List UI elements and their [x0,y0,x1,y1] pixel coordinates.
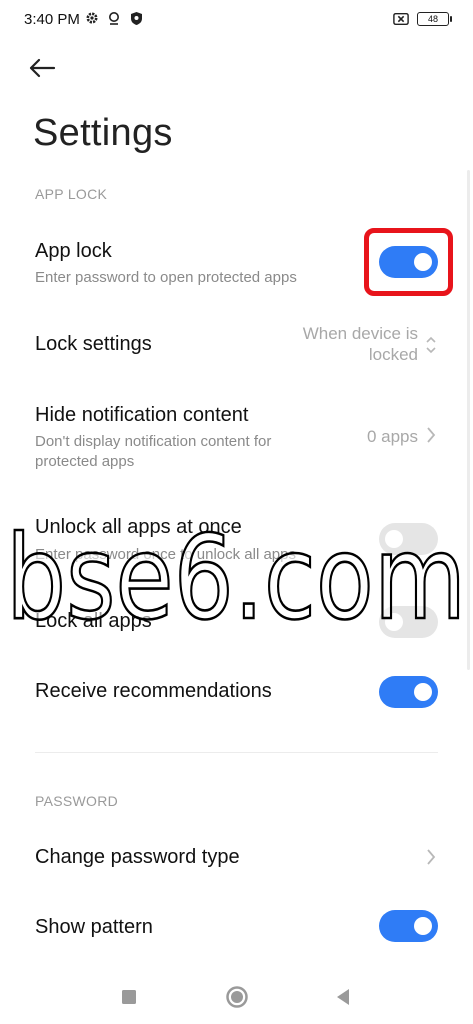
lock-all-title: Lock all apps [35,610,152,632]
app-lock-subtitle: Enter password to open protected apps [35,269,297,286]
hide-notification-title: Hide notification content [35,404,249,426]
chevron-right-icon [426,426,436,449]
toggle-knob [385,613,403,631]
setting-row-lock-settings[interactable]: Lock settings When device is locked [0,318,473,374]
navigation-bar [0,970,473,1024]
status-icons-right: 48 [393,11,452,27]
section-label-password: PASSWORD [35,793,119,809]
setting-row-unlock-all[interactable]: Unlock all apps at once Enter password o… [0,505,473,575]
recommendations-toggle[interactable] [379,676,438,708]
triangle-back-icon [337,989,349,1005]
location-icon [106,10,122,26]
setting-row-lock-all[interactable]: Lock all apps [0,600,473,648]
recommendations-title: Receive recommendations [35,680,272,702]
chevron-up-down-icon [425,334,437,361]
status-icons-left [84,10,144,26]
unlock-all-subtitle: Enter password once to unlock all apps [35,546,296,563]
circle-icon [226,986,248,1008]
shield-icon [128,10,144,26]
gear-icon [84,10,100,26]
hide-notification-subtitle: Don't display notification content for p… [35,432,271,472]
hide-notification-value: 0 apps [366,427,418,446]
status-bar: 3:40 PM 48 [0,0,473,40]
app-lock-title: App lock [35,240,112,262]
toggle-knob [385,530,403,548]
square-icon [122,990,136,1004]
setting-row-hide-notification[interactable]: Hide notification content Don't display … [0,395,473,475]
chevron-right-icon [426,848,436,871]
home-button[interactable] [224,984,250,1010]
unlock-all-title: Unlock all apps at once [35,516,242,538]
change-password-title: Change password type [35,846,240,868]
back-nav-button[interactable] [330,984,356,1010]
status-time: 3:40 PM [24,11,80,28]
battery-icon: 48 [417,12,452,26]
lock-settings-value-line1: When device is [302,324,418,343]
recents-button[interactable] [116,984,142,1010]
unlock-all-toggle[interactable] [379,523,438,555]
no-sim-icon [393,11,409,27]
setting-row-show-pattern[interactable]: Show pattern [0,904,473,952]
toggle-knob [414,683,432,701]
battery-level: 48 [427,14,438,24]
lock-all-toggle[interactable] [379,606,438,638]
hide-notification-subtitle-line2: protected apps [35,453,135,470]
highlight-annotation [364,228,453,296]
toggle-knob [414,917,432,935]
hide-notification-subtitle-line1: Don't display notification content for [35,433,272,450]
setting-row-recommendations[interactable]: Receive recommendations [0,670,473,718]
arrow-left-icon [29,58,56,78]
lock-settings-title: Lock settings [35,333,152,355]
section-label-app-lock: APP LOCK [35,186,108,202]
setting-row-change-password[interactable]: Change password type [0,833,473,881]
divider [35,752,438,753]
lock-settings-value: When device is locked [258,323,418,365]
show-pattern-title: Show pattern [35,916,153,938]
show-pattern-toggle[interactable] [379,910,438,942]
back-button[interactable] [28,52,68,84]
lock-settings-value-line2: locked [368,345,418,364]
page-title: Settings [33,112,173,154]
